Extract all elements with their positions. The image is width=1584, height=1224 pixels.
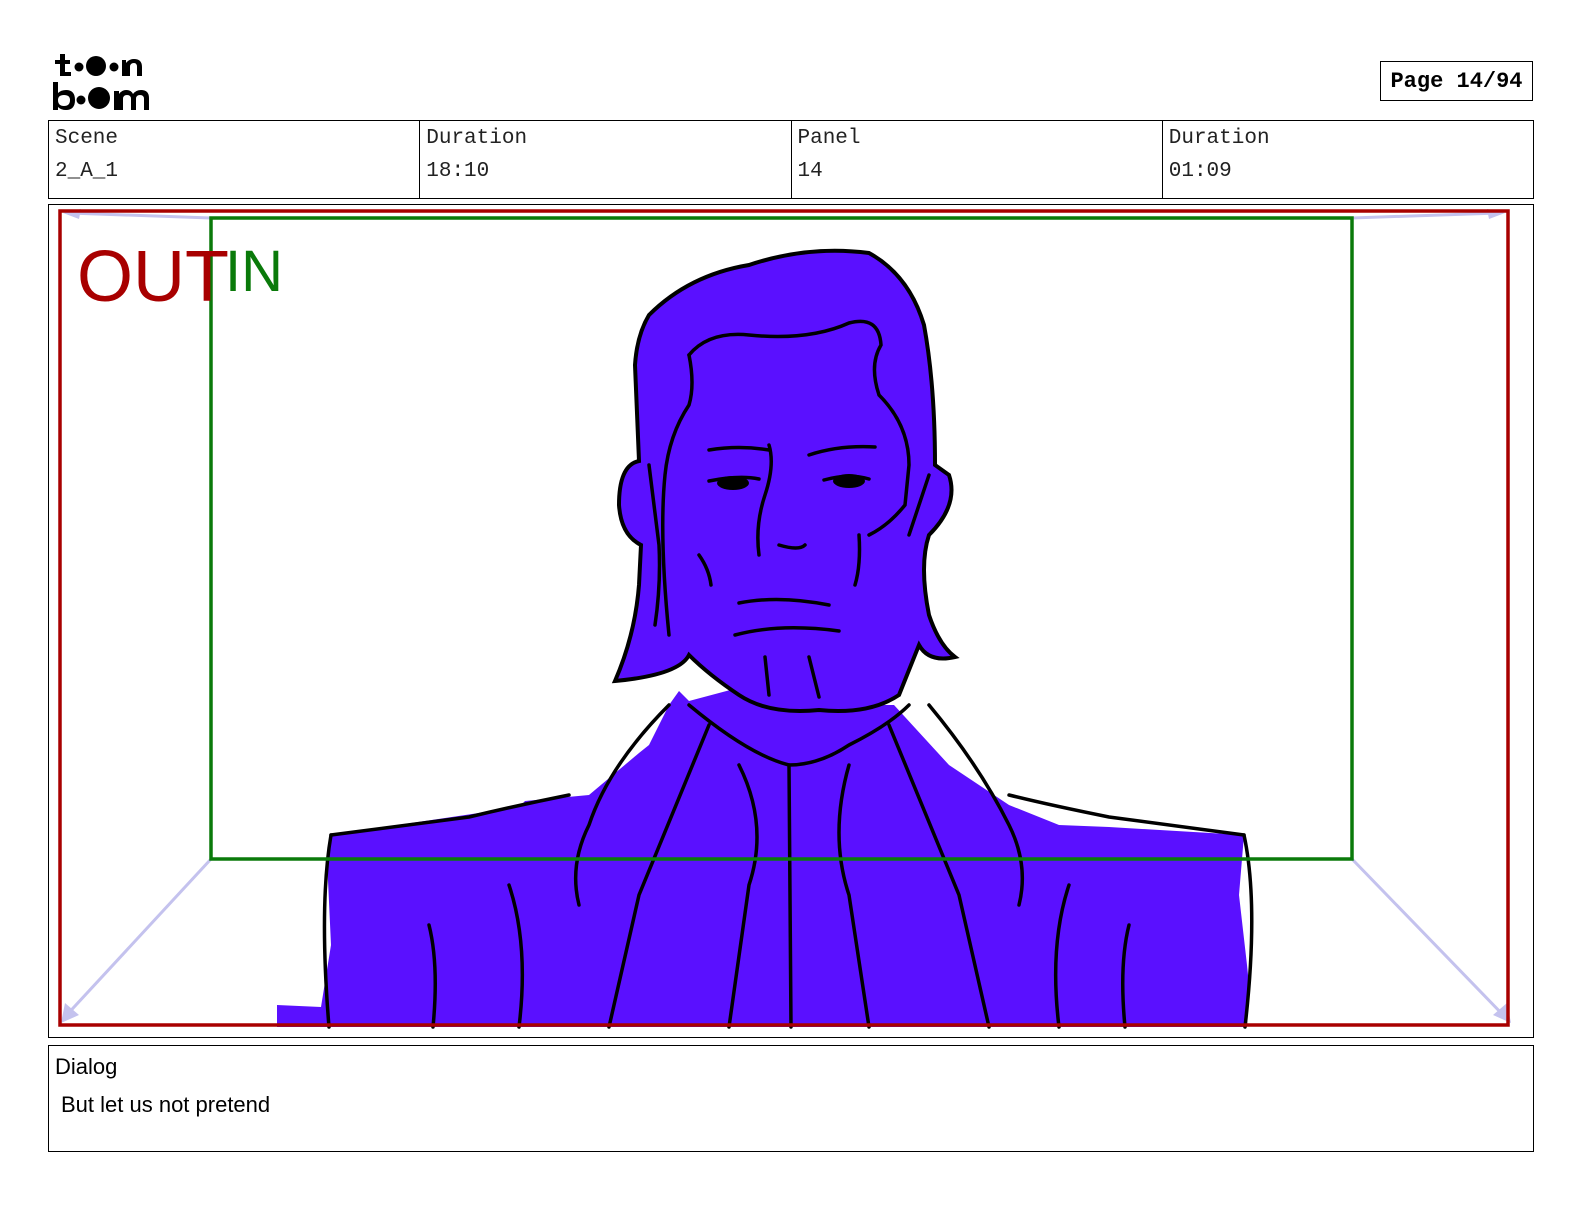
page-indicator: Page 14/94 [1380,61,1533,101]
storyboard-panel-frame: OUT IN [48,204,1534,1038]
toon-boom-logo [52,50,164,112]
panel-duration-label: Duration [1168,127,1270,150]
panel-value: 14 [797,160,823,183]
dialog-label: Dialog [55,1054,118,1079]
scene-label: Scene [55,127,119,150]
scene-duration-cell: Duration 18:10 [420,121,792,198]
scene-duration-label: Duration [426,127,528,150]
dialog-box: Dialog But let us not pretend [48,1045,1534,1152]
in-label: IN [225,239,283,304]
character-body-fill [277,685,1249,1027]
panel-cell: Panel 14 [792,121,1163,198]
out-label: OUT [77,237,229,317]
logo-graphic [53,54,149,110]
panel-duration-value: 01:09 [1168,160,1232,183]
panel-drawing: OUT IN [58,209,1511,1029]
scene-info-table: Scene 2_A_1 Duration 18:10 Panel 14 Dura… [48,120,1534,199]
panel-label: Panel [797,127,861,150]
scene-cell: Scene 2_A_1 [49,121,421,198]
scene-duration-value: 18:10 [426,160,490,183]
scene-value: 2_A_1 [55,160,119,183]
dialog-text: But let us not pretend [61,1092,271,1117]
panel-duration-cell: Duration 01:09 [1163,121,1533,198]
